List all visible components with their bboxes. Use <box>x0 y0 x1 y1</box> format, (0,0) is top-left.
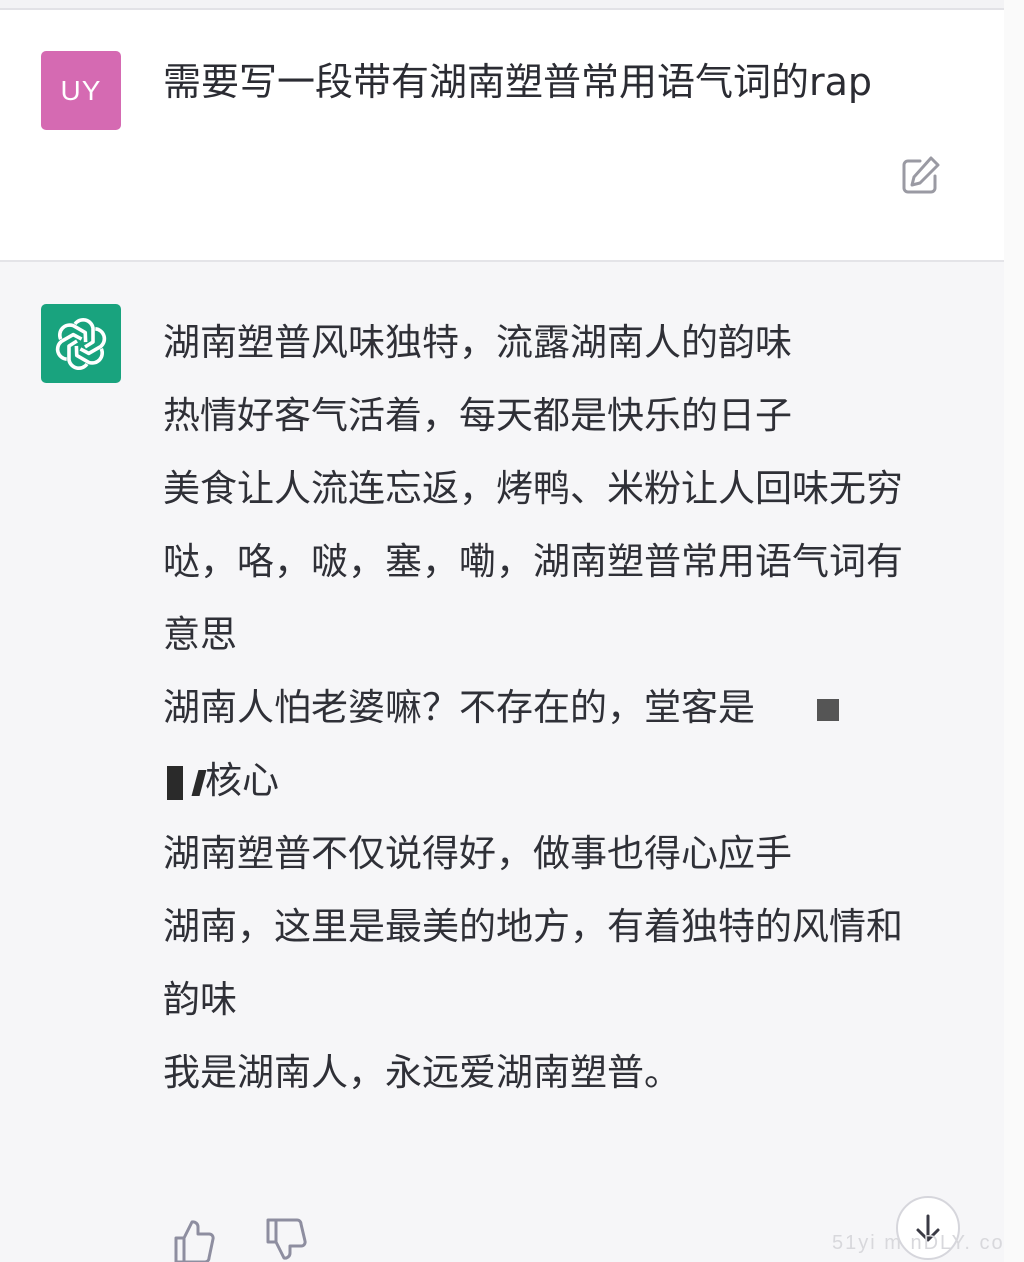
user-message-block <box>0 10 1004 260</box>
answer-line: 湖南塑普不仅说得好，做事也得心应手 <box>163 832 792 875</box>
user-message-text: 需要写一段带有湖南塑普常用语气词的rap <box>163 60 873 104</box>
openai-logo-icon <box>55 317 107 370</box>
edit-icon[interactable] <box>898 154 942 198</box>
answer-line-text: 核心 <box>205 759 279 802</box>
assistant-message-text: 湖南塑普风味独特，流露湖南人的韵味 热情好客气活着，每天都是快乐的日子 美食让人… <box>163 306 933 1109</box>
answer-line: 美食让人流连忘返，烤鸭、米粉让人回味无穷 <box>163 467 903 510</box>
answer-line: 湖南，这里是最美的地方，有着独特的风情和韵味 <box>163 905 903 1021</box>
watermark: 51yi m nDLY. co <box>832 1232 1005 1254</box>
assistant-avatar <box>41 304 121 383</box>
top-edge <box>0 0 1004 10</box>
chat-page: UY 需要写一段带有湖南塑普常用语气词的rap 湖南塑普风味独特，流露湖南人的韵… <box>0 0 1024 1262</box>
answer-line: 哒，咯，啵，塞，嘞，湖南塑普常用语气词有意思 <box>163 540 903 656</box>
answer-line-with-redaction: 核心 <box>163 744 933 817</box>
redaction-mark <box>167 765 183 800</box>
answer-line-text: 湖南人怕老婆嘛？不存在的，堂客是 <box>163 686 755 729</box>
thumbs-down-icon[interactable] <box>264 1218 308 1262</box>
redaction-mark <box>816 698 839 721</box>
answer-line-with-redaction: 湖南人怕老婆嘛？不存在的，堂客是 <box>163 671 933 744</box>
right-edge <box>1004 0 1024 1262</box>
answer-line: 湖南塑普风味独特，流露湖南人的韵味 <box>163 321 792 364</box>
thumbs-up-icon[interactable] <box>172 1218 216 1262</box>
answer-line: 热情好客气活着，每天都是快乐的日子 <box>163 394 792 437</box>
user-avatar: UY <box>41 51 121 130</box>
answer-line: 我是湖南人，永远爱湖南塑普。 <box>163 1051 681 1094</box>
